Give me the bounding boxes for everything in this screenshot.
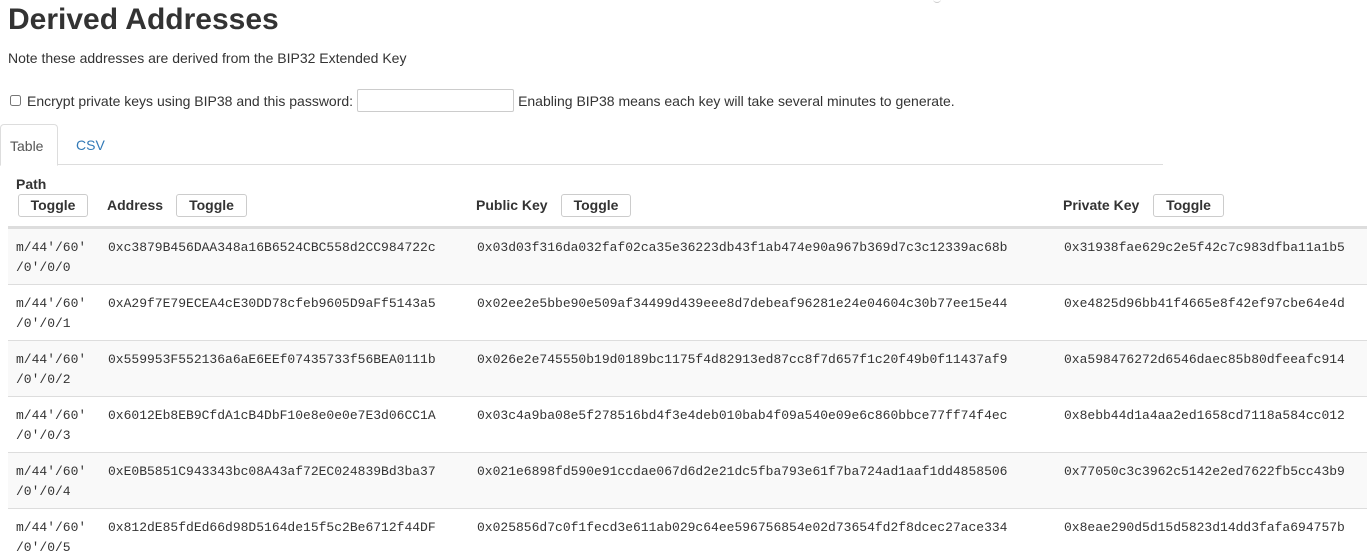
table-row: m/44'/60'/0'/0/0 0xc3879B456DAA348a16B65… bbox=[8, 228, 1367, 284]
row-path: m/44'/60'/0'/0/2 bbox=[16, 352, 87, 387]
toggle-private-key-button[interactable]: Toggle bbox=[1153, 194, 1224, 217]
row-private-key: 0x31938fae629c2e5f42c7c983dfba11a1b5 bbox=[1064, 240, 1345, 255]
table-row: m/44'/60'/0'/0/3 0x6012Eb8EB9CfdA1cB4DbF… bbox=[8, 396, 1367, 452]
column-header-address: Address bbox=[107, 197, 164, 213]
table-row: m/44'/60'/0'/0/2 0x559953F552136a6aE6EEf… bbox=[8, 340, 1367, 396]
table-row: m/44'/60'/0'/0/4 0xE0B5851C943343bc08A43… bbox=[8, 452, 1367, 508]
table-row: m/44'/60'/0'/0/5 0x812dE85fdEd66d98D5164… bbox=[8, 508, 1367, 557]
row-path: m/44'/60'/0'/0/4 bbox=[16, 464, 87, 499]
output-tabs: Table CSV bbox=[0, 124, 1163, 166]
row-address: 0xA29f7E79ECEA4cE30DD78cfeb9605D9aFf5143… bbox=[108, 296, 436, 311]
table-row: m/44'/60'/0'/0/1 0xA29f7E79ECEA4cE30DD78… bbox=[8, 284, 1367, 340]
row-public-key: 0x025856d7c0f1fecd3e611ab029c64ee5967568… bbox=[477, 520, 1008, 535]
row-private-key: 0xe4825d96bb41f4665e8f42ef97cbe64e4d bbox=[1064, 296, 1345, 311]
row-public-key: 0x02ee2e5bbe90e509af34499d439eee8d7debea… bbox=[477, 296, 1008, 311]
row-address: 0x812dE85fdEd66d98D5164de15f5c2Be6712f44… bbox=[108, 520, 436, 535]
row-private-key: 0x8ebb44d1a4aa2ed1658cd7118a584cc012 bbox=[1064, 408, 1345, 423]
bip38-checkbox[interactable] bbox=[10, 95, 21, 106]
row-address: 0x559953F552136a6aE6EEf07435733f56BEA011… bbox=[108, 352, 436, 367]
bip38-row: Encrypt private keys using BIP38 and thi… bbox=[10, 87, 955, 114]
column-header-private-key: Private Key bbox=[1063, 197, 1140, 213]
row-public-key: 0x03d03f316da032faf02ca35e36223db43f1ab4… bbox=[477, 240, 1008, 255]
row-address: 0xc3879B456DAA348a16B6524CBC558d2CC98472… bbox=[108, 240, 436, 255]
page-title: Derived Addresses bbox=[8, 3, 279, 36]
tab-table[interactable]: Table bbox=[0, 124, 58, 166]
toggle-path-button[interactable]: Toggle bbox=[18, 194, 88, 217]
toggle-public-key-button[interactable]: Toggle bbox=[561, 194, 631, 217]
row-path: m/44'/60'/0'/0/3 bbox=[16, 408, 87, 443]
row-public-key: 0x021e6898fd590e91ccdae067d6d2e21dc5fba7… bbox=[477, 464, 1008, 479]
page-note: Note these addresses are derived from th… bbox=[8, 50, 407, 66]
row-public-key: 0x03c4a9ba08e5f278516bd4f3e4deb010bab4f0… bbox=[477, 408, 1008, 423]
row-private-key: 0xa598476272d6546daec85b80dfeeafc914 bbox=[1064, 352, 1345, 367]
row-path: m/44'/60'/0'/0/5 bbox=[16, 520, 87, 555]
bip38-checkbox-label: Encrypt private keys using BIP38 and thi… bbox=[27, 92, 354, 109]
decorative-mark bbox=[933, 0, 941, 3]
column-header-public-key: Public Key bbox=[476, 197, 548, 213]
row-private-key: 0x77050c3c3962c5142e2ed7622fb5cc43b9 bbox=[1064, 464, 1345, 479]
column-header-path: Path bbox=[16, 176, 47, 192]
tab-csv[interactable]: CSV bbox=[67, 124, 114, 166]
row-address: 0xE0B5851C943343bc08A43af72EC024839Bd3ba… bbox=[108, 464, 436, 479]
row-private-key: 0x8eae290d5d15d5823d14dd3fafa694757b bbox=[1064, 520, 1345, 535]
row-address: 0x6012Eb8EB9CfdA1cB4DbF10e8e0e0e7E3d06CC… bbox=[108, 408, 436, 423]
toggle-address-button[interactable]: Toggle bbox=[176, 194, 247, 217]
row-path: m/44'/60'/0'/0/1 bbox=[16, 296, 87, 331]
bip38-password-input[interactable] bbox=[357, 89, 515, 112]
row-public-key: 0x026e2e745550b19d0189bc1175f4d82913ed87… bbox=[477, 352, 1008, 367]
bip38-hint: Enabling BIP38 means each key will take … bbox=[518, 92, 955, 109]
row-path: m/44'/60'/0'/0/0 bbox=[16, 240, 87, 275]
